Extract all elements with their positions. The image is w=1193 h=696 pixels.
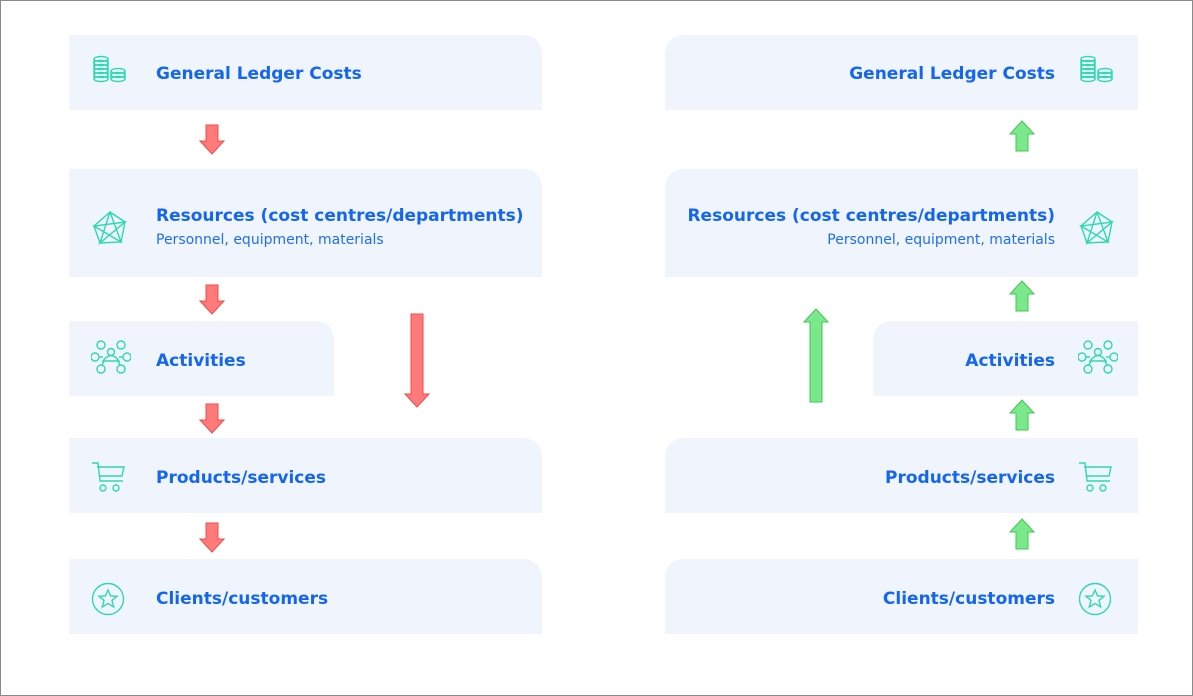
arrow-up-icon <box>1008 518 1036 550</box>
arrow-up-icon <box>1008 120 1036 152</box>
arrow-down-icon <box>198 522 226 553</box>
arrow-up-icon <box>1008 399 1036 431</box>
arrow-up-icon <box>1008 280 1036 312</box>
arrow-down-long-icon <box>403 313 431 408</box>
diagram: General Ledger Costs Resources (cost cen… <box>0 0 1193 696</box>
arrow-down-icon <box>198 124 226 155</box>
arrow-up-long-icon <box>802 308 830 403</box>
arrow-down-icon <box>198 284 226 315</box>
arrow-down-icon <box>198 403 226 434</box>
arrows-layer <box>198 120 1036 553</box>
